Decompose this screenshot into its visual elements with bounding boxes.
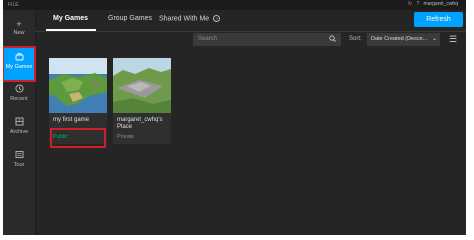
games-icon <box>3 53 35 63</box>
divider <box>35 31 466 32</box>
username[interactable]: margaret_cwhq <box>424 1 458 7</box>
sidebar: + New My Games Recent Archive Tour <box>3 10 36 235</box>
search-icon[interactable] <box>329 35 336 44</box>
plus-icon: + <box>16 19 22 29</box>
tab-shared-with-me[interactable]: Shared With Me ? <box>159 15 221 23</box>
tab-shared-label: Shared With Me <box>159 15 210 23</box>
sidebar-item-label: Recent <box>10 96 28 102</box>
sidebar-item-tour[interactable]: Tour <box>3 150 35 176</box>
tab-my-games[interactable]: My Games <box>53 15 88 22</box>
sidebar-item-label: Archive <box>9 129 29 135</box>
game-thumbnail <box>113 58 171 113</box>
share-icon[interactable]: ↻ <box>408 1 413 7</box>
sidebar-item-recent[interactable]: Recent <box>3 84 35 110</box>
sort-label: Sort: <box>349 36 362 42</box>
sort-dropdown[interactable]: Date Created (Desce... ⌄ <box>367 33 440 46</box>
tab-bar: My Games Group Games Shared With Me ? <box>39 10 419 31</box>
title-bar: FILE ↻ ? margaret_cwhq <box>3 0 466 10</box>
chevron-down-icon: ⌄ <box>431 36 437 42</box>
search-input[interactable]: Search <box>193 33 341 46</box>
sort-value: Date Created (Desce... <box>371 36 428 42</box>
tab-group-games[interactable]: Group Games <box>108 15 152 22</box>
studio-window: FILE ↻ ? margaret_cwhq + New My Games Re… <box>3 0 466 235</box>
refresh-button[interactable]: Refresh <box>414 12 463 27</box>
file-menu[interactable]: FILE <box>8 2 19 8</box>
sidebar-item-my-games[interactable]: My Games <box>3 46 36 82</box>
search-placeholder: Search <box>198 36 218 42</box>
archive-icon <box>3 117 35 128</box>
sidebar-item-new[interactable]: + New <box>3 19 35 45</box>
sidebar-item-label: My Games <box>5 64 33 70</box>
game-thumbnail <box>49 58 107 113</box>
status-badge: Private <box>117 134 135 140</box>
tour-icon <box>3 150 35 161</box>
sidebar-item-label: New <box>13 30 25 36</box>
list-view-icon[interactable]: ☰ <box>449 34 457 44</box>
sidebar-item-label: Tour <box>13 162 25 168</box>
help-icon[interactable]: ? <box>416 1 421 7</box>
game-title: margaret_cwhq's Place <box>117 117 163 130</box>
info-icon[interactable]: ? <box>213 15 221 22</box>
game-card[interactable]: margaret_cwhq's Place Private <box>113 58 171 144</box>
highlight-box <box>50 128 106 148</box>
sidebar-item-archive[interactable]: Archive <box>3 117 35 143</box>
clock-icon <box>3 84 35 95</box>
title-bar-right: ↻ ? margaret_cwhq <box>408 1 458 7</box>
game-title: my first game <box>53 117 90 123</box>
